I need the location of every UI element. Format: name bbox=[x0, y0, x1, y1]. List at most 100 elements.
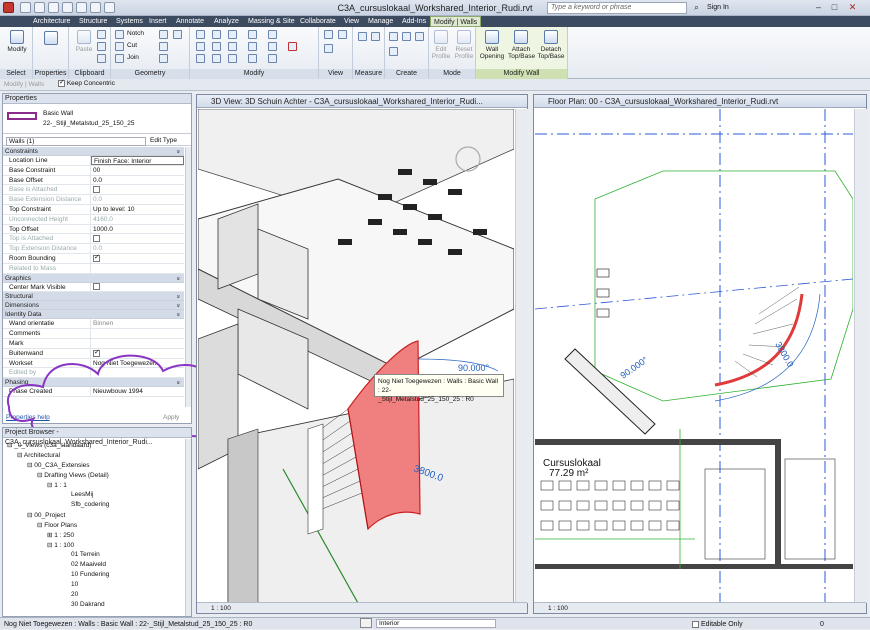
pin-icon[interactable] bbox=[248, 54, 257, 63]
tree-node[interactable]: LeesMij bbox=[71, 491, 93, 498]
split-icon[interactable] bbox=[228, 54, 237, 63]
tree-node[interactable]: ⊟ Floor Plans bbox=[37, 521, 77, 529]
align-icon[interactable] bbox=[196, 30, 205, 39]
maximize-icon[interactable]: □ bbox=[828, 1, 841, 13]
wall-opening-button[interactable]: Wall Opening bbox=[479, 30, 505, 60]
offset-icon[interactable] bbox=[196, 54, 205, 63]
dimension-icon[interactable] bbox=[371, 32, 380, 41]
unpin-icon[interactable] bbox=[268, 54, 277, 63]
search-icon[interactable]: ⌕ bbox=[690, 1, 703, 13]
tree-node[interactable]: 20 bbox=[71, 591, 78, 598]
cut-geometry-icon[interactable] bbox=[115, 42, 124, 51]
tab-massing-site[interactable]: Massing & Site bbox=[245, 16, 298, 27]
filter-count[interactable]: 0 bbox=[820, 619, 824, 630]
worksets-icon[interactable] bbox=[360, 618, 372, 628]
tree-node[interactable]: 10 bbox=[71, 581, 78, 588]
prop-value[interactable]: 0.0 bbox=[91, 176, 184, 185]
wall-joins-icon[interactable] bbox=[159, 30, 168, 39]
tab-modify-walls[interactable]: Modify | Walls bbox=[430, 16, 482, 27]
extend-icon[interactable] bbox=[268, 42, 277, 51]
similar-icon[interactable] bbox=[389, 47, 398, 56]
tab-manage[interactable]: Manage bbox=[365, 16, 396, 27]
prop-value[interactable] bbox=[91, 283, 184, 292]
minimize-icon[interactable]: – bbox=[812, 1, 825, 13]
rotate-icon[interactable] bbox=[212, 54, 221, 63]
paint-icon[interactable] bbox=[159, 54, 168, 63]
cope-icon[interactable] bbox=[115, 30, 124, 39]
tab-annotate[interactable]: Annotate bbox=[173, 16, 207, 27]
mirror-axis-icon[interactable] bbox=[212, 30, 221, 39]
move-icon[interactable] bbox=[196, 42, 205, 51]
join-button[interactable]: Join bbox=[127, 54, 139, 61]
prop-value[interactable]: Binnen bbox=[91, 319, 184, 328]
view-3d-scale[interactable]: 1 : 100 bbox=[211, 605, 231, 612]
trim-extend-icon[interactable] bbox=[268, 30, 277, 39]
prop-value[interactable]: Up to level: 10 bbox=[91, 205, 184, 214]
reset-profile-button[interactable]: Reset Profile bbox=[453, 30, 475, 60]
close-icon[interactable]: ✕ bbox=[846, 1, 859, 13]
copy-move-icon[interactable] bbox=[212, 42, 221, 51]
group-graphics[interactable]: Graphics bbox=[3, 273, 184, 283]
view-plan-scrollbar[interactable] bbox=[854, 109, 867, 603]
prop-value[interactable]: 1000.0 bbox=[91, 225, 184, 234]
search-input[interactable]: Type a keyword or phrase bbox=[547, 2, 687, 14]
tree-node[interactable]: Sfb_codering bbox=[71, 501, 109, 508]
detach-button[interactable]: Detach Top/Base bbox=[537, 30, 565, 60]
active-workset-select[interactable]: Interior bbox=[376, 619, 496, 628]
tree-node[interactable]: ⊟ _0_Views (c3a_standaard) bbox=[7, 441, 91, 449]
sign-in-link[interactable]: Sign In bbox=[707, 4, 729, 11]
tab-analyze[interactable]: Analyze bbox=[211, 16, 242, 27]
tree-node[interactable]: ⊟ Drafting Views (Detail) bbox=[37, 471, 109, 479]
view-plan-scale[interactable]: 1 : 100 bbox=[548, 605, 568, 612]
tree-node[interactable]: 01 Terrein bbox=[71, 551, 100, 558]
group-constraints[interactable]: Constraints bbox=[3, 147, 184, 156]
view-3d-scrollbar[interactable] bbox=[515, 109, 528, 603]
edit-type-button[interactable]: Edit Type bbox=[150, 137, 177, 144]
tree-node[interactable]: 02 Maaiveld bbox=[71, 561, 106, 568]
instance-selector[interactable]: Walls (1) bbox=[6, 137, 146, 146]
tree-node[interactable]: ⊟ 1 : 1 bbox=[47, 481, 67, 489]
tab-collaborate[interactable]: Collaborate bbox=[297, 16, 339, 27]
browser-scrollbar[interactable] bbox=[185, 439, 191, 616]
prop-value[interactable] bbox=[91, 254, 184, 263]
pick-icon[interactable] bbox=[324, 44, 333, 53]
floorplan-canvas[interactable]: 3800.0 90.000° Cursuslokaal 77.29 m² bbox=[535, 109, 853, 603]
modify-button[interactable]: Modify bbox=[4, 30, 30, 53]
group-identity-data[interactable]: Identity Data bbox=[3, 310, 184, 320]
tree-node[interactable]: ⊟ 00_C3A_Extensies bbox=[27, 461, 90, 469]
create-group-icon[interactable] bbox=[415, 32, 424, 41]
create-parts-icon[interactable] bbox=[402, 32, 411, 41]
copy-icon[interactable] bbox=[97, 30, 106, 39]
override-icon[interactable] bbox=[338, 30, 347, 39]
tree-node[interactable]: 30 Dakrand bbox=[71, 601, 105, 608]
tab-architecture[interactable]: Architecture bbox=[30, 16, 73, 27]
model-3d-canvas[interactable]: 90.000° 3800.0 bbox=[198, 109, 514, 603]
tree-node[interactable]: ⊟ 00_Project bbox=[27, 511, 65, 519]
measure-icon[interactable] bbox=[358, 32, 367, 41]
mirror-draw-icon[interactable] bbox=[228, 30, 237, 39]
properties-button[interactable] bbox=[44, 31, 58, 47]
scale-icon[interactable] bbox=[248, 30, 257, 39]
tab-add-ins[interactable]: Add-Ins bbox=[399, 16, 429, 27]
create-assembly-icon[interactable] bbox=[389, 32, 398, 41]
demolish-icon[interactable] bbox=[173, 30, 182, 39]
trim-icon[interactable] bbox=[228, 42, 237, 51]
edit-profile-button[interactable]: Edit Profile bbox=[431, 30, 451, 60]
match-icon[interactable] bbox=[97, 54, 106, 63]
notch-button[interactable]: Notch bbox=[127, 30, 144, 37]
tab-structure[interactable]: Structure bbox=[76, 16, 110, 27]
prop-value[interactable]: Finish Face: Interior bbox=[91, 156, 184, 165]
attach-button[interactable]: Attach Top/Base bbox=[508, 30, 535, 60]
paste-button[interactable]: Paste bbox=[74, 30, 94, 53]
delete-icon[interactable] bbox=[288, 42, 297, 51]
tree-node[interactable]: ⊟ 1 : 100 bbox=[47, 541, 74, 549]
hide-icon[interactable] bbox=[324, 30, 333, 39]
editable-only-checkbox[interactable]: Editable Only bbox=[692, 619, 743, 630]
group-dimensions[interactable]: Dimensions bbox=[3, 301, 184, 311]
join-icon[interactable] bbox=[115, 54, 124, 63]
array-icon[interactable] bbox=[248, 42, 257, 51]
tab-systems[interactable]: Systems bbox=[113, 16, 146, 27]
select-caption[interactable]: Select bbox=[0, 69, 32, 79]
prop-value[interactable]: 00 bbox=[91, 166, 184, 175]
tree-node[interactable]: ⊟ Architectural bbox=[17, 451, 60, 459]
